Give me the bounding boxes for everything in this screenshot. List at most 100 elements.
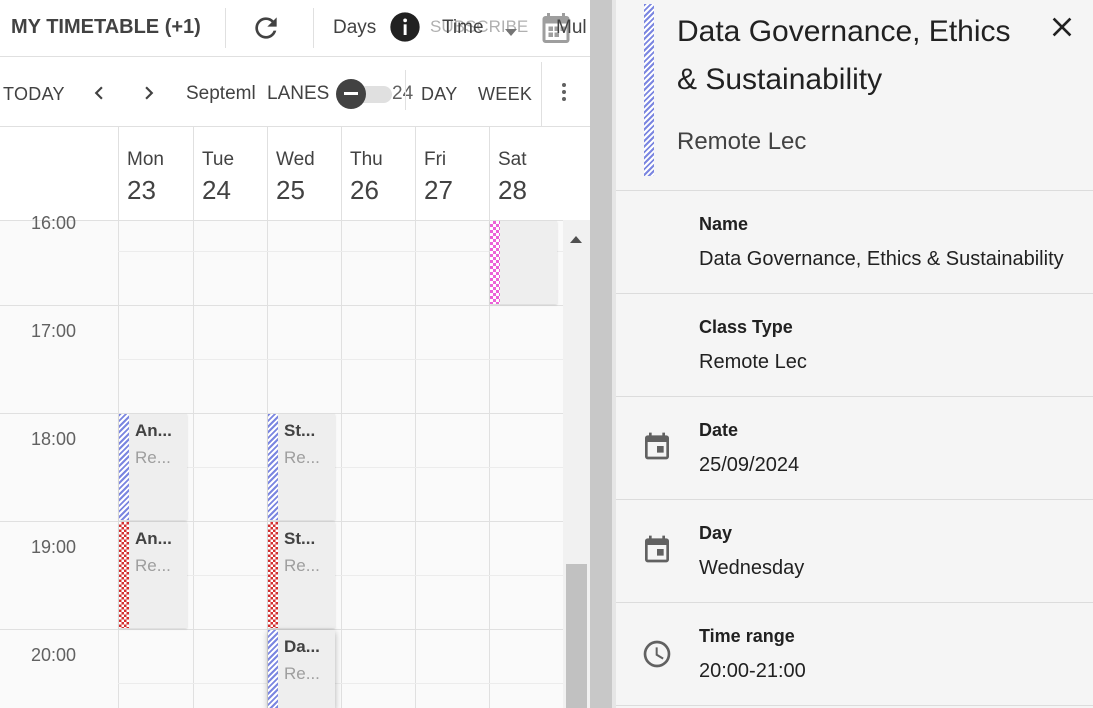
field-label-day: Day	[699, 523, 733, 543]
panel-separator	[616, 293, 1093, 294]
chevron-left-icon[interactable]	[86, 80, 112, 106]
scrollbar-thumb[interactable]	[566, 564, 587, 708]
calendar-icon	[641, 533, 673, 565]
panel-subtitle: Remote Lec	[677, 128, 807, 155]
event-color-stripe	[268, 522, 278, 628]
week-view-button[interactable]: WEEK	[478, 84, 532, 105]
refresh-icon[interactable]	[250, 12, 282, 44]
toolbar-separator	[0, 56, 590, 57]
clock-icon	[641, 638, 673, 670]
event-color-stripe	[268, 414, 278, 520]
calendar-view: MY TIMETABLE (+1) Days SUBSCRIBE Time Mu…	[0, 0, 590, 708]
event-title: An...	[135, 529, 172, 548]
event-sat-16[interactable]	[490, 221, 557, 304]
event-color-stripe	[119, 414, 129, 520]
event-color-stripe	[490, 221, 500, 304]
days-label[interactable]: Days	[333, 17, 376, 39]
multi-label[interactable]: Mul	[556, 17, 587, 39]
toggle-knob-icon	[336, 79, 366, 109]
more-vert-icon[interactable]	[552, 80, 576, 104]
timetable-toolbar: MY TIMETABLE (+1) Days SUBSCRIBE Time Mu…	[0, 0, 590, 56]
day-number: 27	[424, 175, 453, 205]
field-value-time-range: 20:00-21:00	[699, 660, 806, 682]
nav-divider	[541, 62, 542, 126]
today-button[interactable]: TODAY	[3, 84, 65, 105]
grid-half-hour-line	[118, 683, 563, 684]
field-label-class-type: Class Type	[699, 317, 793, 337]
event-title: Da...	[284, 637, 320, 656]
event-subtitle: Re...	[284, 664, 320, 683]
day-number: 26	[350, 175, 379, 205]
event-subtitle: Re...	[135, 448, 171, 467]
panel-title: Data Governance, Ethics & Sustainability	[677, 15, 1011, 96]
lanes-label: LANES	[267, 83, 330, 105]
time-label: 19:00	[31, 537, 77, 557]
day-number: 25	[276, 175, 305, 205]
day-view-button[interactable]: DAY	[421, 84, 458, 105]
month-label: Septeml	[186, 83, 256, 104]
time-grid: 16:00 17:00 18:00 19:00 20:00 An... Re..…	[0, 213, 563, 708]
event-details-panel: Data Governance, Ethics & Sustainability…	[616, 0, 1093, 708]
event-color-stripe	[268, 630, 278, 708]
time-column: 16:00 17:00 18:00 19:00 20:00	[0, 213, 118, 708]
day-number: 24	[202, 175, 231, 205]
day-header-tue[interactable]: Tue 24	[193, 127, 267, 220]
day-name: Fri	[424, 149, 447, 170]
field-value-class-type: Remote Lec	[699, 351, 807, 373]
event-mon-19[interactable]: An... Re...	[119, 522, 187, 628]
panel-separator	[616, 499, 1093, 500]
grid-hour-line	[0, 305, 563, 306]
day-name: Tue	[202, 149, 235, 170]
grid-column-line	[193, 221, 194, 708]
grid-half-hour-line	[118, 359, 563, 360]
info-icon[interactable]	[389, 11, 421, 43]
day-header-thu[interactable]: Thu 26	[341, 127, 415, 220]
event-wed-18[interactable]: St... Re...	[268, 414, 335, 520]
event-subtitle: Re...	[284, 448, 320, 467]
day-name: Wed	[276, 149, 315, 170]
day-header-mon[interactable]: Mon 23	[118, 127, 193, 220]
day-name: Thu	[350, 149, 383, 170]
event-wed-19[interactable]: St... Re...	[268, 522, 335, 628]
lanes-toggle[interactable]	[336, 79, 394, 109]
panel-separator	[616, 705, 1093, 706]
event-color-stripe	[119, 522, 129, 628]
field-label-time-range: Time range	[699, 626, 795, 646]
panel-divider[interactable]	[590, 0, 612, 708]
toolbar-divider	[225, 8, 226, 48]
timetable-title: MY TIMETABLE (+1)	[11, 16, 201, 38]
field-label-date: Date	[699, 420, 739, 440]
event-subtitle: Re...	[284, 556, 320, 575]
event-title: St...	[284, 529, 316, 548]
time-label: 17:00	[31, 321, 77, 341]
grid-scrollbar[interactable]	[563, 220, 590, 708]
toolbar-divider	[313, 8, 314, 48]
scroll-up-icon[interactable]	[570, 230, 582, 248]
event-mon-18[interactable]: An... Re...	[119, 414, 187, 520]
day-name: Mon	[127, 149, 164, 170]
year-fragment: 24	[392, 83, 414, 104]
time-label: 18:00	[31, 429, 77, 449]
day-header-wed[interactable]: Wed 25	[267, 127, 341, 220]
event-title: An...	[135, 421, 172, 440]
time-dropdown-icon[interactable]	[505, 24, 517, 42]
event-title: St...	[284, 421, 316, 440]
panel-separator	[616, 396, 1093, 397]
event-subtitle: Re...	[135, 556, 171, 575]
day-header-sat[interactable]: Sat 28	[489, 127, 563, 220]
time-label[interactable]: Time	[442, 17, 484, 39]
panel-separator	[616, 190, 1093, 191]
field-value-date: 25/09/2024	[699, 454, 800, 476]
field-value-day: Wednesday	[699, 557, 805, 579]
close-icon[interactable]	[1046, 11, 1078, 43]
day-number: 28	[498, 175, 527, 205]
chevron-right-icon[interactable]	[136, 80, 162, 106]
event-wed-20-selected[interactable]: Da... Re...	[268, 630, 335, 708]
day-header-fri[interactable]: Fri 27	[415, 127, 489, 220]
field-label-name: Name	[699, 214, 749, 234]
day-name: Sat	[498, 149, 527, 170]
day-number: 23	[127, 175, 156, 205]
time-label: 20:00	[31, 645, 77, 665]
panel-separator	[616, 602, 1093, 603]
nav-divider	[405, 70, 406, 110]
